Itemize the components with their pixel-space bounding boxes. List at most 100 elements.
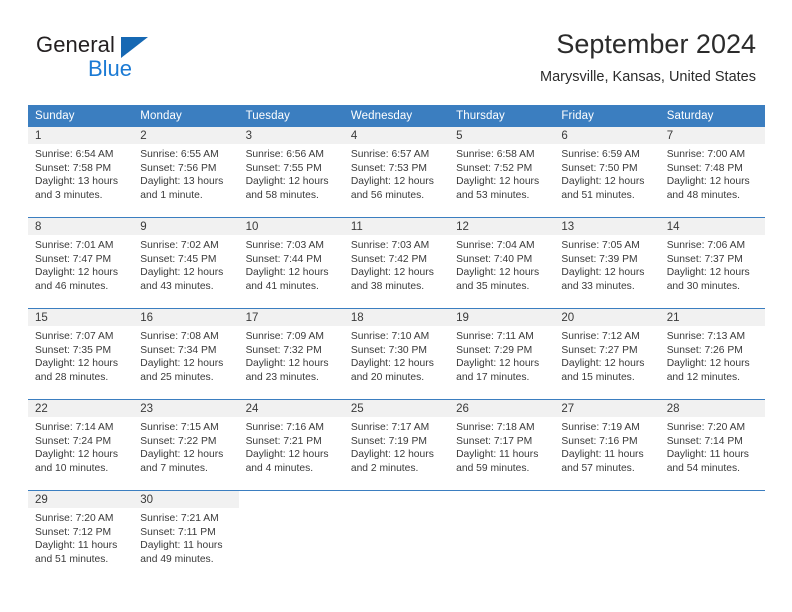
sunrise-text: Sunrise: 7:13 AM <box>666 331 746 342</box>
daylight-text-line2: and 35 minutes. <box>456 280 530 292</box>
day-cell[interactable]: 15 Sunrise: 7:07 AM Sunset: 7:35 PM Dayligh… <box>28 308 134 400</box>
sunrise-text: Sunrise: 7:16 AM <box>245 422 324 433</box>
day-cell[interactable]: 16 Sunrise: 7:08 AM Sunset: 7:34 PM Dayligh… <box>133 308 239 400</box>
day-number <box>554 491 659 494</box>
sunset-text: Sunset: 7:48 PM <box>666 162 743 174</box>
calendar-grid: Sunday Monday Tuesday Wednesday Thursday… <box>28 105 765 581</box>
day-cell[interactable]: 3 Sunrise: 6:56 AM Sunset: 7:55 PM Daylight… <box>238 127 344 218</box>
day-number: 11 <box>350 221 363 233</box>
daylight-text-line1: Daylight: 11 hours <box>666 449 749 461</box>
day-cell[interactable]: 10 Sunrise: 7:03 AM Sunset: 7:44 PM Dayligh… <box>238 217 344 309</box>
day-cell[interactable]: 18 Sunrise: 7:10 AM Sunset: 7:30 PM Dayligh… <box>343 308 450 400</box>
day-cell[interactable]: 4 Sunrise: 6:57 AM Sunset: 7:53 PM Daylight… <box>343 127 450 218</box>
weekday-header-friday: Friday <box>554 105 660 127</box>
day-cell[interactable]: 7 Sunrise: 7:00 AM Sunset: 7:48 PM Daylight… <box>659 127 765 218</box>
sunset-text: Sunset: 7:50 PM <box>561 162 638 174</box>
daylight-text-line1: Daylight: 12 hours <box>350 176 434 188</box>
day-cell[interactable]: 20 Sunrise: 7:12 AM Sunset: 7:27 PM Dayligh… <box>554 308 660 400</box>
day-number: 4 <box>350 130 358 142</box>
daylight-text-line1: Daylight: 11 hours <box>35 540 118 552</box>
calendar-week-row: 8 Sunrise: 7:01 AM Sunset: 7:47 PM Daylight… <box>28 217 765 309</box>
day-cell[interactable]: 14 Sunrise: 7:06 AM Sunset: 7:37 PM Dayligh… <box>659 217 765 309</box>
sunrise-text: Sunrise: 7:08 AM <box>140 331 219 342</box>
day-cell[interactable]: 27 Sunrise: 7:19 AM Sunset: 7:16 PM Dayligh… <box>554 399 660 491</box>
daylight-text-line2: and 56 minutes. <box>350 189 425 201</box>
day-cell[interactable]: 29 Sunrise: 7:20 AM Sunset: 7:12 PM Dayligh… <box>28 490 134 581</box>
daylight-text-line2: and 1 minute. <box>140 189 203 201</box>
day-number: 17 <box>245 312 259 324</box>
daylight-text-line1: Daylight: 12 hours <box>456 358 540 370</box>
day-number <box>660 491 765 494</box>
day-cell[interactable]: 17 Sunrise: 7:09 AM Sunset: 7:32 PM Dayligh… <box>238 308 344 400</box>
day-cell[interactable]: 21 Sunrise: 7:13 AM Sunset: 7:26 PM Dayligh… <box>659 308 765 400</box>
day-number: 10 <box>245 221 259 233</box>
day-cell[interactable]: 23 Sunrise: 7:15 AM Sunset: 7:22 PM Dayligh… <box>133 399 239 491</box>
day-cell[interactable]: 9 Sunrise: 7:02 AM Sunset: 7:45 PM Daylight… <box>133 217 239 309</box>
calendar-week-row: 1 Sunrise: 6:54 AM Sunset: 7:58 PM Daylight… <box>28 127 765 218</box>
day-cell[interactable]: 6 Sunrise: 6:59 AM Sunset: 7:50 PM Daylight… <box>554 127 660 218</box>
daylight-text-line1: Daylight: 12 hours <box>350 449 434 461</box>
day-cell[interactable]: 26 Sunrise: 7:18 AM Sunset: 7:17 PM Dayligh… <box>449 399 555 491</box>
sunset-text: Sunset: 7:12 PM <box>35 526 112 538</box>
sunrise-text: Sunrise: 7:01 AM <box>35 240 114 251</box>
daylight-text-line2: and 3 minutes. <box>35 189 103 201</box>
day-cell-empty <box>343 490 450 581</box>
sunset-text: Sunset: 7:26 PM <box>666 344 743 356</box>
day-cell[interactable]: 11 Sunrise: 7:03 AM Sunset: 7:42 PM Dayligh… <box>343 217 450 309</box>
sunrise-text: Sunrise: 7:21 AM <box>140 513 219 524</box>
sunrise-text: Sunrise: 7:18 AM <box>456 422 535 433</box>
daylight-text-line2: and 51 minutes. <box>35 553 109 565</box>
daylight-text-line2: and 2 minutes. <box>350 462 419 474</box>
day-number: 3 <box>245 130 252 142</box>
day-cell[interactable]: 13 Sunrise: 7:05 AM Sunset: 7:39 PM Dayligh… <box>554 217 660 309</box>
day-number: 20 <box>561 312 575 324</box>
sunrise-text: Sunrise: 7:03 AM <box>350 240 430 251</box>
day-cell[interactable]: 5 Sunrise: 6:58 AM Sunset: 7:52 PM Daylight… <box>449 127 555 218</box>
day-cell[interactable]: 19 Sunrise: 7:11 AM Sunset: 7:29 PM Dayligh… <box>449 308 555 400</box>
day-cell[interactable]: 8 Sunrise: 7:01 AM Sunset: 7:47 PM Daylight… <box>28 217 134 309</box>
daylight-text-line2: and 54 minutes. <box>666 462 740 474</box>
day-number: 30 <box>140 494 154 506</box>
weekday-header-saturday: Saturday <box>659 105 765 127</box>
day-number: 5 <box>456 130 463 142</box>
day-cell[interactable]: 12 Sunrise: 7:04 AM Sunset: 7:40 PM Dayligh… <box>449 217 555 309</box>
sunrise-text: Sunrise: 7:19 AM <box>561 422 640 433</box>
day-cell[interactable]: 24 Sunrise: 7:16 AM Sunset: 7:21 PM Dayligh… <box>238 399 344 491</box>
daylight-text-line1: Daylight: 12 hours <box>245 176 329 188</box>
triangle-flag-icon <box>121 37 148 58</box>
daylight-text-line1: Daylight: 12 hours <box>456 176 540 188</box>
day-cell[interactable]: 28 Sunrise: 7:20 AM Sunset: 7:14 PM Dayligh… <box>659 399 765 491</box>
day-number: 25 <box>350 403 364 415</box>
day-cell-empty <box>554 490 660 581</box>
daylight-text-line2: and 57 minutes. <box>561 462 635 474</box>
daylight-text-line1: Daylight: 12 hours <box>140 449 224 461</box>
day-number <box>344 491 449 494</box>
general-blue-logo[interactable]: General Blue <box>36 34 236 90</box>
day-number <box>449 491 554 494</box>
day-number: 28 <box>666 403 680 415</box>
daylight-text-line2: and 33 minutes. <box>561 280 635 292</box>
sunset-text: Sunset: 7:39 PM <box>561 253 638 265</box>
calendar-body: 1 Sunrise: 6:54 AM Sunset: 7:58 PM Daylight… <box>28 127 765 581</box>
day-cell[interactable]: 2 Sunrise: 6:55 AM Sunset: 7:56 PM Daylight… <box>133 127 239 218</box>
day-number: 1 <box>35 130 42 142</box>
sunrise-text: Sunrise: 7:06 AM <box>666 240 746 251</box>
day-cell[interactable]: 1 Sunrise: 6:54 AM Sunset: 7:58 PM Daylight… <box>28 127 134 218</box>
daylight-text-line2: and 25 minutes. <box>140 371 214 383</box>
daylight-text-line1: Daylight: 11 hours <box>456 449 539 461</box>
daylight-text-line2: and 17 minutes. <box>456 371 530 383</box>
day-cell[interactable]: 30 Sunrise: 7:21 AM Sunset: 7:11 PM Dayligh… <box>133 490 239 581</box>
sunset-text: Sunset: 7:47 PM <box>35 253 112 265</box>
calendar-week-row: 29 Sunrise: 7:20 AM Sunset: 7:12 PM Dayligh… <box>28 490 765 581</box>
sunrise-text: Sunrise: 7:15 AM <box>140 422 219 433</box>
day-cell[interactable]: 25 Sunrise: 7:17 AM Sunset: 7:19 PM Dayligh… <box>343 399 450 491</box>
sunrise-text: Sunrise: 7:04 AM <box>456 240 535 251</box>
day-cell-empty <box>449 490 555 581</box>
day-cell[interactable]: 22 Sunrise: 7:14 AM Sunset: 7:24 PM Dayligh… <box>28 399 134 491</box>
daylight-text-line2: and 49 minutes. <box>140 553 214 565</box>
sunrise-text: Sunrise: 7:12 AM <box>561 331 640 342</box>
daylight-text-line2: and 58 minutes. <box>245 189 319 201</box>
daylight-text-line1: Daylight: 12 hours <box>245 358 329 370</box>
daylight-text-line1: Daylight: 12 hours <box>35 358 118 370</box>
daylight-text-line1: Daylight: 12 hours <box>666 176 750 188</box>
